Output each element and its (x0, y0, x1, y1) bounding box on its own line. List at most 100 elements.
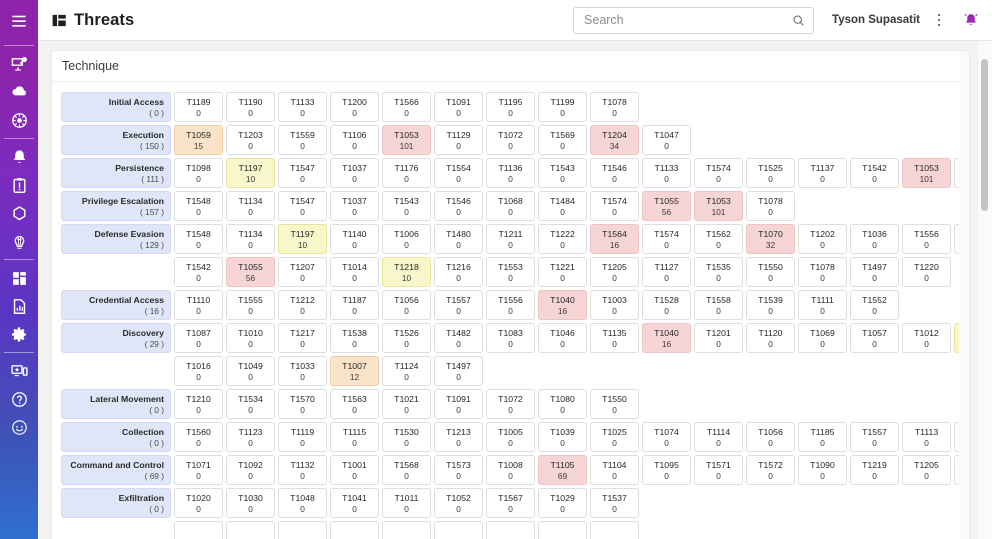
technique-cell[interactable]: T1480 0 (434, 224, 483, 254)
tactic-label[interactable]: Command and Control( 69 ) (61, 455, 171, 485)
tactic-label[interactable]: Discovery( 29 ) (61, 323, 171, 353)
technique-cell[interactable]: T1040 16 (642, 323, 691, 353)
technique-cell[interactable]: T1124 0 (382, 356, 431, 386)
technique-cell[interactable]: T1033 0 (278, 356, 327, 386)
technique-cell[interactable]: T1083 0 (486, 323, 535, 353)
sidebar-item-help[interactable] (0, 385, 38, 413)
technique-cell[interactable]: T1068 0 (486, 191, 535, 221)
technique-cell[interactable]: T1104 0 (590, 455, 639, 485)
tactic-label[interactable]: Defense Evasion( 129 ) (61, 224, 171, 254)
technique-cell[interactable]: T1113 0 (902, 422, 951, 452)
more-vertical-icon[interactable] (930, 8, 948, 32)
sidebar-item-deployments[interactable] (0, 357, 38, 385)
technique-cell[interactable]: T1123 0 (226, 422, 275, 452)
technique-cell[interactable]: T1111 0 (798, 290, 847, 320)
technique-cell[interactable]: T1205 0 (902, 455, 951, 485)
technique-cell[interactable]: T1218 10 (382, 257, 431, 287)
technique-cell[interactable]: T1574 0 (642, 224, 691, 254)
technique-cell[interactable]: T1559 0 (278, 125, 327, 155)
technique-cell[interactable]: T1119 0 (278, 422, 327, 452)
technique-cell[interactable]: T1074 0 (642, 422, 691, 452)
technique-cell[interactable]: T1557 0 (434, 290, 483, 320)
sidebar-item-investigations[interactable] (0, 171, 38, 199)
technique-cell[interactable]: T1046 0 (538, 323, 587, 353)
technique-cell[interactable]: T1072 0 (486, 125, 535, 155)
technique-cell[interactable]: T1212 0 (278, 290, 327, 320)
technique-cell[interactable]: T1197 10 (278, 224, 327, 254)
technique-cell[interactable]: T1052 0 (434, 488, 483, 518)
search-input[interactable] (584, 13, 793, 27)
technique-cell[interactable]: T1554 0 (434, 158, 483, 188)
technique-cell[interactable]: T1211 0 (486, 224, 535, 254)
technique-cell[interactable]: T1132 0 (278, 455, 327, 485)
technique-cell[interactable]: T1115 0 (330, 422, 379, 452)
technique-cell[interactable]: T1036 0 (850, 224, 899, 254)
technique-cell[interactable]: T1120 0 (746, 323, 795, 353)
technique-cell[interactable]: T1222 0 (538, 224, 587, 254)
technique-cell[interactable]: T1140 0 (330, 224, 379, 254)
tactic-label[interactable]: Privilege Escalation( 157 ) (61, 191, 171, 221)
technique-cell[interactable]: T1547 0 (278, 191, 327, 221)
technique-cell[interactable]: T1135 0 (590, 323, 639, 353)
technique-cell[interactable]: T1003 0 (590, 290, 639, 320)
sidebar-item-network[interactable] (0, 227, 38, 255)
tactic-label[interactable]: Lateral Movement( 0 ) (61, 389, 171, 419)
technique-cell[interactable]: T1056 0 (746, 422, 795, 452)
tactic-label[interactable]: Execution( 150 ) (61, 125, 171, 155)
technique-cell[interactable]: T1012 0 (902, 323, 951, 353)
technique-cell[interactable]: T1057 0 (850, 323, 899, 353)
technique-cell[interactable]: T1133 0 (642, 158, 691, 188)
technique-cell[interactable]: T1203 0 (226, 125, 275, 155)
sidebar-item-reports[interactable] (0, 292, 38, 320)
technique-cell[interactable]: T1039 0 (538, 422, 587, 452)
technique-cell[interactable]: T1547 0 (278, 158, 327, 188)
technique-cell[interactable]: T1189 0 (174, 92, 223, 122)
technique-cell[interactable]: T1537 0 (590, 488, 639, 518)
technique-cell[interactable]: T1007 12 (330, 356, 379, 386)
technique-cell[interactable]: T1040 16 (538, 290, 587, 320)
technique-cell[interactable]: T1055 56 (226, 257, 275, 287)
technique-cell[interactable]: T1006 0 (382, 224, 431, 254)
technique-cell[interactable]: T1114 0 (694, 422, 743, 452)
search-icon[interactable] (792, 14, 805, 27)
technique-cell[interactable]: T1106 0 (330, 125, 379, 155)
technique-cell[interactable]: T1008 0 (486, 455, 535, 485)
technique-cell[interactable]: T1556 0 (486, 290, 535, 320)
technique-cell[interactable]: T1221 0 (538, 257, 587, 287)
technique-cell[interactable]: T1005 0 (486, 422, 535, 452)
sidebar-item-cloud[interactable] (0, 78, 38, 106)
technique-cell[interactable] (226, 521, 275, 539)
technique-cell[interactable]: T1041 0 (330, 488, 379, 518)
technique-cell[interactable]: T1534 0 (226, 389, 275, 419)
technique-cell[interactable]: T1078 0 (746, 191, 795, 221)
technique-cell[interactable]: T1571 0 (694, 455, 743, 485)
technique-cell[interactable]: T1567 0 (486, 488, 535, 518)
technique-cell[interactable]: T1047 0 (642, 125, 691, 155)
technique-cell[interactable]: T1569 0 (538, 125, 587, 155)
technique-cell[interactable]: T1550 0 (590, 389, 639, 419)
technique-cell[interactable]: T1566 0 (382, 92, 431, 122)
technique-cell[interactable]: T1059 15 (174, 125, 223, 155)
technique-cell[interactable]: T1202 0 (798, 224, 847, 254)
technique-cell[interactable]: T1078 0 (590, 92, 639, 122)
sidebar-item-alerts[interactable] (0, 143, 38, 171)
tactic-label[interactable]: Collection( 0 ) (61, 422, 171, 452)
user-name[interactable]: Tyson Supasatit (832, 14, 920, 26)
technique-cell[interactable] (330, 521, 379, 539)
technique-cell[interactable]: T1574 0 (590, 191, 639, 221)
technique-cell[interactable]: T1542 0 (174, 257, 223, 287)
technique-cell[interactable]: T1530 0 (382, 422, 431, 452)
hamburger-menu-icon[interactable] (0, 0, 38, 41)
notification-bell-icon[interactable] (960, 8, 982, 32)
technique-cell[interactable]: T1563 0 (330, 389, 379, 419)
tactic-label[interactable]: Exfiltration( 0 ) (61, 488, 171, 518)
technique-cell[interactable]: T1557 0 (850, 422, 899, 452)
technique-cell[interactable]: T1216 0 (434, 257, 483, 287)
technique-cell[interactable]: T1110 0 (174, 290, 223, 320)
tactic-label[interactable]: Persistence( 111 ) (61, 158, 171, 188)
technique-cell[interactable]: T1201 0 (694, 323, 743, 353)
technique-cell[interactable]: T1098 0 (174, 158, 223, 188)
sidebar-item-settings[interactable] (0, 320, 38, 348)
technique-cell[interactable]: T1001 0 (330, 455, 379, 485)
technique-cell[interactable]: T1053 101 (694, 191, 743, 221)
